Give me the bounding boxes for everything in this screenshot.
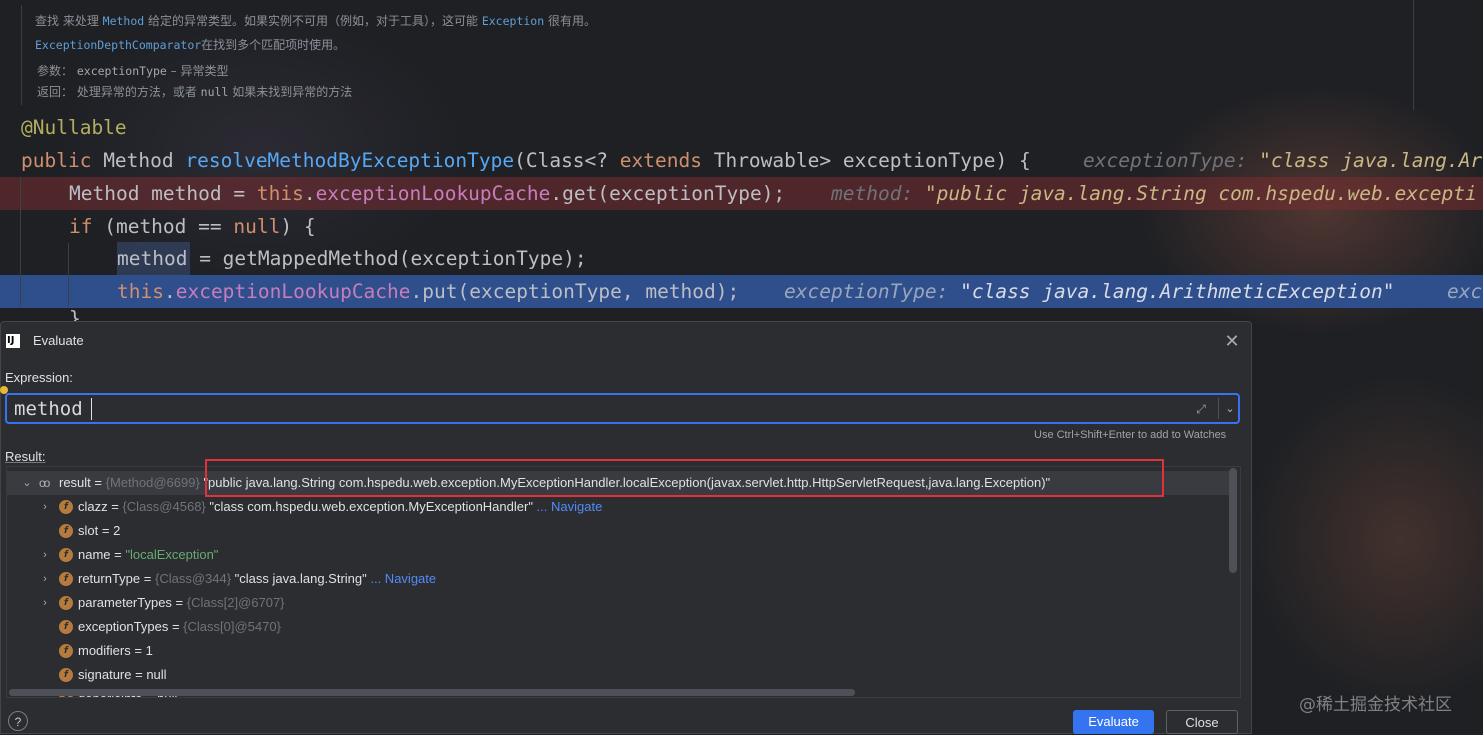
- field-icon: f: [59, 548, 73, 562]
- result-label: Result:: [5, 449, 46, 464]
- navigate-link[interactable]: ... Navigate: [533, 499, 603, 514]
- code-line-annotation[interactable]: @Nullable: [0, 111, 1483, 144]
- intellij-icon: IJ: [6, 334, 20, 348]
- horizontal-scrollbar[interactable]: [9, 689, 855, 696]
- field-entry: parameterTypes = {Class[2]@6707}: [78, 595, 285, 610]
- code-statement: if (method == null) {: [69, 215, 316, 238]
- watch-icon: oo: [39, 476, 50, 490]
- right-margin-guide: [1413, 0, 1414, 110]
- divider: [1218, 398, 1219, 419]
- field-icon: f: [59, 596, 73, 610]
- doc-line-4: 返回： 处理异常的方法，或者 null 如果未找到异常的方法: [37, 83, 352, 100]
- field-icon: f: [59, 500, 73, 514]
- tree-row-field[interactable]: › f parameterTypes = {Class[2]@6707}: [7, 591, 1229, 615]
- method-signature: public Method resolveMethodByExceptionTy…: [21, 149, 1031, 172]
- doc-text: – 异常类型: [166, 64, 229, 78]
- doc-line-2: ExceptionDepthComparator在找到多个匹配项时使用。: [35, 36, 345, 53]
- field-entry: modifiers = 1: [78, 643, 153, 658]
- code-line-if[interactable]: if (method == null) {: [0, 210, 1483, 243]
- dialog-title: Evaluate: [33, 333, 84, 348]
- tree-row-field[interactable]: f modifiers = 1: [7, 639, 1229, 663]
- result-tree[interactable]: ⌄ oo result = {Method@6699} "public java…: [6, 466, 1241, 698]
- field-icon: f: [59, 572, 73, 586]
- close-button[interactable]: Close: [1166, 710, 1238, 734]
- expression-field[interactable]: ⤢ ⌄: [5, 393, 1240, 424]
- field-entry: returnType = {Class@344} "class java.lan…: [78, 571, 437, 586]
- inline-debug-value[interactable]: exceptionType: "class java.lang.Ar: [1083, 144, 1482, 177]
- code-line-assign[interactable]: method = getMappedMethod(exceptionType);: [0, 242, 1483, 275]
- field-entry: name = "localException": [78, 547, 219, 562]
- expression-input[interactable]: [14, 397, 1174, 421]
- field-entry: clazz = {Class@4568} "class com.hspedu.w…: [78, 499, 603, 514]
- watermark: @稀土掘金技术社区: [1299, 695, 1452, 715]
- tree-row-field[interactable]: f slot = 2: [7, 519, 1229, 543]
- text-caret: [91, 398, 92, 420]
- doc-gutter-line: [21, 5, 22, 105]
- vertical-scrollbar[interactable]: [1229, 468, 1237, 573]
- chevron-down-icon[interactable]: ⌄: [21, 471, 33, 495]
- indent-guide: [68, 243, 69, 307]
- close-icon[interactable]: ✕: [1222, 331, 1242, 351]
- doc-label: 参数：: [37, 64, 74, 78]
- chevron-right-icon[interactable]: ›: [39, 567, 51, 591]
- field-entry: slot = 2: [78, 523, 121, 538]
- doc-text: 如果未找到异常的方法: [228, 85, 353, 99]
- tree-row-field[interactable]: f exceptionTypes = {Class[0]@5470}: [7, 615, 1229, 639]
- doc-text: 查找 来处理: [35, 14, 103, 28]
- doc-text: 处理异常的方法，或者: [76, 85, 201, 99]
- annotation: @Nullable: [21, 116, 127, 139]
- doc-label: 返回：: [37, 85, 74, 99]
- expression-label: Expression:: [5, 370, 73, 385]
- code-line-signature[interactable]: public Method resolveMethodByExceptionTy…: [0, 144, 1483, 177]
- code-statement: Method method = this.exceptionLookupCach…: [69, 182, 786, 205]
- chevron-down-icon[interactable]: ⌄: [1221, 399, 1239, 419]
- doc-text: 给定的异常类型。如果实例不可用（例如，对于工具），这可能: [144, 14, 482, 28]
- highlight-box: [205, 459, 1164, 497]
- help-icon[interactable]: ?: [8, 711, 28, 731]
- evaluate-dialog: IJ Evaluate ✕ Expression: ⤢ ⌄ Use Ctrl+S…: [0, 321, 1252, 734]
- field-icon: f: [59, 524, 73, 538]
- doc-line-1: 查找 来处理 Method 给定的异常类型。如果实例不可用（例如，对于工具），这…: [35, 12, 596, 29]
- tree-row-field[interactable]: f signature = null: [7, 663, 1229, 687]
- doc-code: exceptionType: [76, 64, 167, 78]
- doc-text: 很有用。: [544, 14, 596, 28]
- watches-hint: Use Ctrl+Shift+Enter to add to Watches: [1034, 429, 1227, 441]
- field-entry: exceptionTypes = {Class[0]@5470}: [78, 619, 281, 634]
- tree-row-field[interactable]: › f clazz = {Class@4568} "class com.hspedu…: [7, 495, 1229, 519]
- indent-guide: [20, 177, 21, 307]
- code-line-breakpoint[interactable]: Method method = this.exceptionLookupCach…: [0, 177, 1483, 210]
- tree-row-field[interactable]: › f returnType = {Class@344} "class java.l…: [7, 567, 1229, 591]
- evaluate-button[interactable]: Evaluate: [1073, 710, 1154, 734]
- chevron-right-icon[interactable]: ›: [39, 591, 51, 615]
- field-icon: f: [59, 620, 73, 634]
- doc-text: 在找到多个匹配项时使用。: [201, 38, 346, 52]
- code-statement: method = getMappedMethod(exceptionType);: [117, 247, 587, 270]
- tree-row-field[interactable]: › f name = "localException": [7, 543, 1229, 567]
- doc-code[interactable]: Method: [103, 14, 145, 28]
- inline-debug-value[interactable]: method: "public java.lang.String com.hsp…: [831, 177, 1477, 210]
- field-entry: signature = null: [78, 667, 167, 682]
- field-icon: f: [59, 668, 73, 682]
- doc-code[interactable]: Exception: [482, 14, 544, 28]
- chevron-right-icon[interactable]: ›: [39, 495, 51, 519]
- navigate-link[interactable]: ... Navigate: [367, 571, 436, 586]
- chevron-right-icon[interactable]: ›: [39, 543, 51, 567]
- doc-code-link[interactable]: ExceptionDepthComparator: [35, 38, 201, 52]
- expand-icon[interactable]: ⤢: [1193, 401, 1209, 417]
- doc-line-3: 参数： exceptionType – 异常类型: [37, 62, 229, 79]
- doc-code: null: [200, 85, 229, 99]
- field-icon: f: [59, 644, 73, 658]
